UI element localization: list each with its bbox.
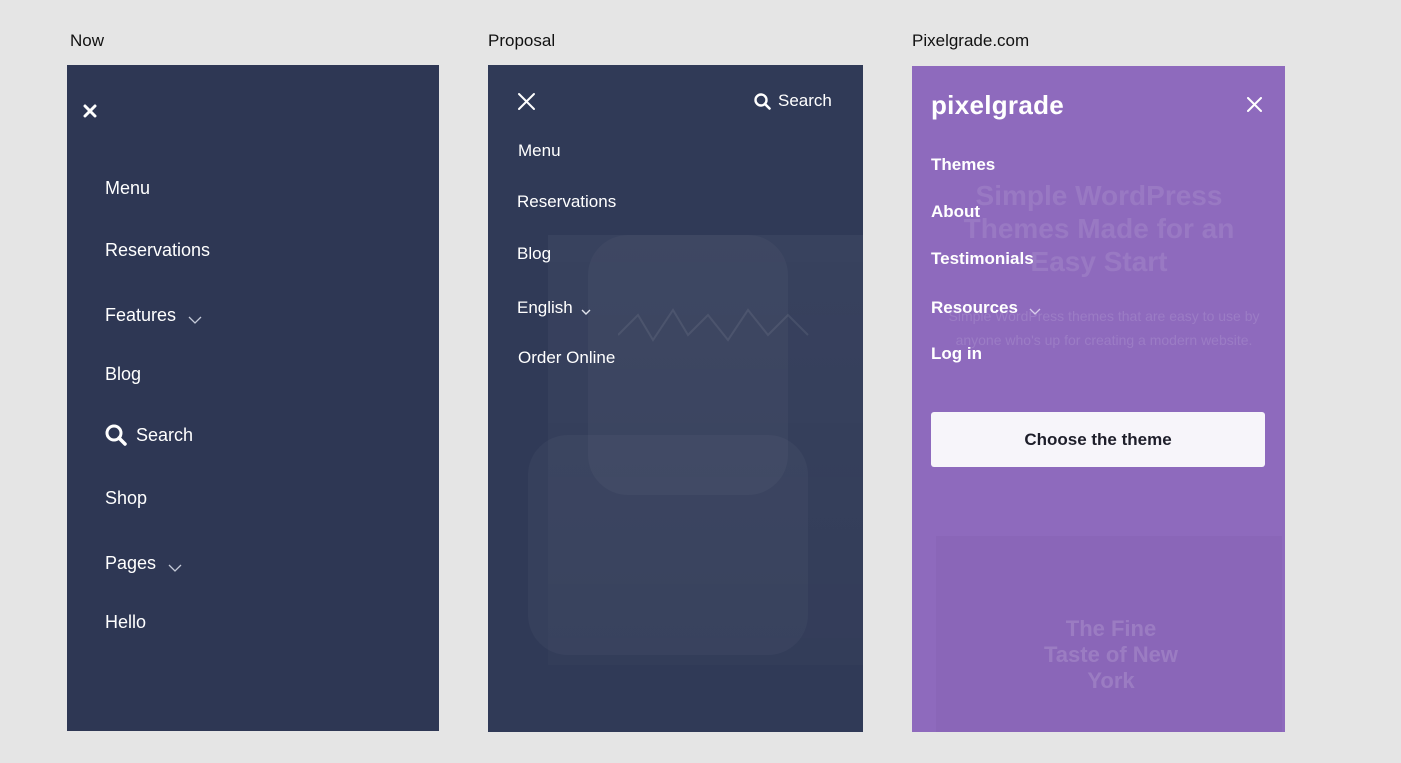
menu-item-label: Pages: [105, 553, 157, 573]
background-preview-caption: The Fine Taste of New York: [1043, 616, 1179, 693]
choose-theme-button[interactable]: Choose the theme: [931, 412, 1265, 467]
menu-item-label: About: [931, 202, 981, 221]
proposal-menu-panel: Search Menu Reservations Blog English Or…: [488, 65, 863, 732]
label-proposal: Proposal: [488, 31, 556, 50]
menu-item-about[interactable]: About: [931, 202, 980, 222]
menu-item-resources[interactable]: Resources: [931, 296, 1041, 320]
menu-item-label: Reservations: [105, 240, 211, 260]
menu-item-features[interactable]: Features: [105, 302, 202, 329]
menu-item-label: Themes: [931, 155, 996, 174]
menu-item-menu[interactable]: Menu: [105, 178, 150, 199]
menu-item-hello[interactable]: Hello: [105, 612, 146, 633]
background-image: [548, 235, 863, 665]
menu-item-menu[interactable]: Menu: [518, 141, 561, 161]
menu-item-pages[interactable]: Pages: [105, 550, 182, 577]
search-label: Search: [778, 91, 832, 110]
menu-item-blog[interactable]: Blog: [105, 364, 141, 385]
background-theme-preview: The Fine Taste of New York: [936, 536, 1282, 732]
menu-item-label: Hello: [105, 612, 147, 632]
menu-item-themes[interactable]: Themes: [931, 155, 995, 175]
menu-item-label: Menu: [105, 178, 151, 198]
menu-item-english[interactable]: English: [517, 296, 591, 320]
menu-item-label: Log in: [931, 344, 982, 363]
menu-item-reservations[interactable]: Reservations: [517, 192, 616, 212]
label-now: Now: [70, 31, 105, 50]
menu-item-label: Blog: [105, 364, 142, 384]
menu-item-log-in[interactable]: Log in: [931, 344, 982, 364]
chevron-down-icon: [188, 308, 202, 329]
menu-item-label: Shop: [105, 488, 148, 508]
menu-item-label: Order Online: [518, 348, 616, 367]
menu-item-search[interactable]: Search: [105, 424, 193, 446]
close-icon[interactable]: [1247, 97, 1262, 117]
menu-item-label: English: [517, 298, 573, 317]
menu-item-label: Menu: [518, 141, 561, 160]
pixelgrade-menu-panel: Simple WordPress Themes Made for an Easy…: [912, 66, 1285, 732]
menu-item-shop[interactable]: Shop: [105, 488, 147, 509]
menu-item-label: Testimonials: [931, 249, 1034, 268]
chevron-down-icon: [581, 300, 591, 320]
menu-item-label: Blog: [517, 244, 552, 263]
menu-item-order-online[interactable]: Order Online: [518, 348, 615, 368]
now-menu-panel: Menu Reservations Features Blog Search S…: [67, 65, 439, 731]
close-icon[interactable]: [83, 104, 97, 123]
close-icon[interactable]: [517, 92, 536, 116]
chevron-down-icon: [1029, 300, 1041, 320]
menu-item-label: Features: [105, 305, 177, 325]
search-icon: [754, 92, 771, 110]
menu-item-label: Resources: [931, 298, 1018, 317]
menu-item-label: Search: [136, 424, 194, 445]
menu-item-blog[interactable]: Blog: [517, 244, 551, 264]
label-pixelgrade: Pixelgrade.com: [912, 31, 1030, 50]
menu-item-label: Reservations: [517, 192, 617, 211]
pixelgrade-logo[interactable]: pixelgrade: [931, 90, 1064, 121]
search-icon: [105, 424, 127, 446]
chevron-down-icon: [168, 556, 182, 577]
menu-item-reservations[interactable]: Reservations: [105, 240, 210, 261]
menu-item-testimonials[interactable]: Testimonials: [931, 249, 1034, 269]
search-button[interactable]: Search: [754, 91, 832, 111]
